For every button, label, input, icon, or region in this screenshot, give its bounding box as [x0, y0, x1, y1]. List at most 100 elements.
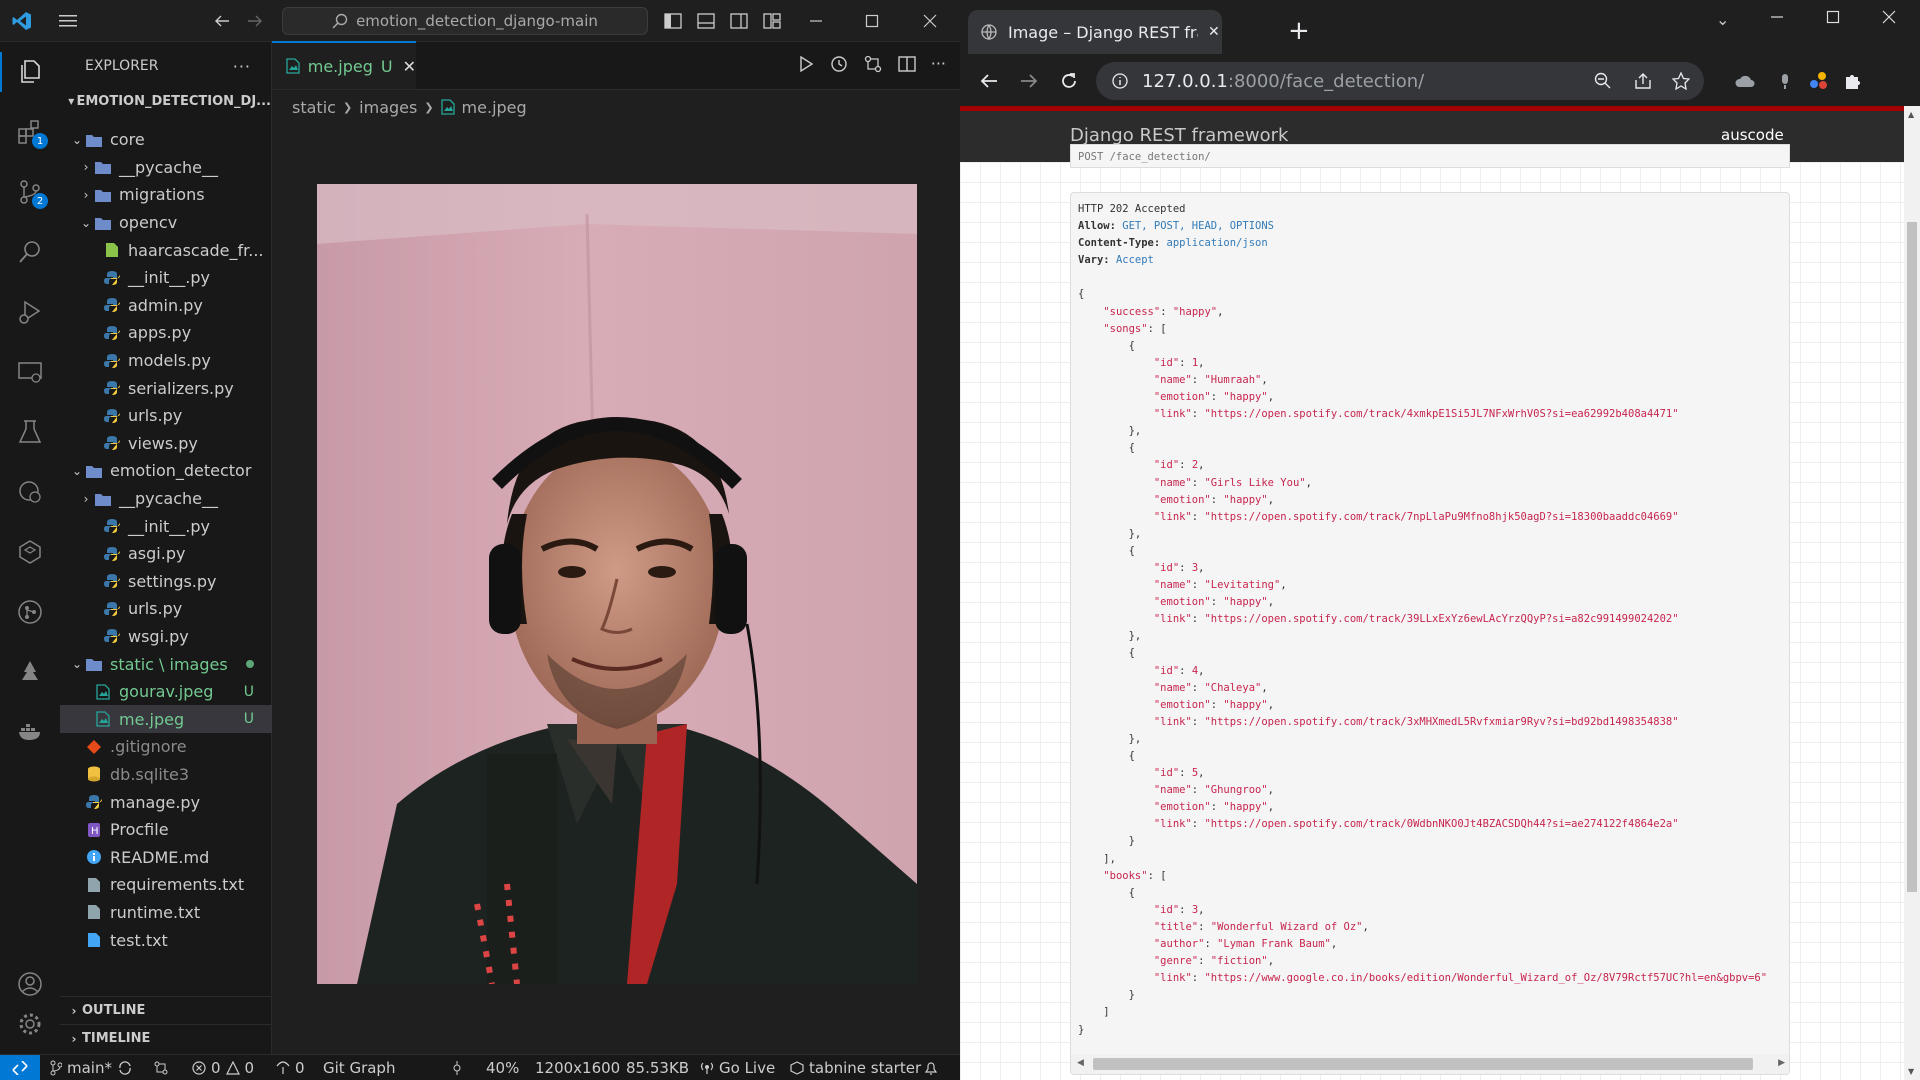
timeline-section[interactable]: › TIMELINE — [60, 1024, 272, 1052]
folder-item[interactable]: ⌄ emotion_detector — [60, 457, 272, 485]
scroll-left-arrow-icon[interactable]: ◀ — [1077, 1058, 1084, 1068]
file-item[interactable]: models.py — [60, 347, 272, 375]
file-item[interactable]: urls.py — [60, 402, 272, 430]
tabnine-status[interactable]: tabnine starter — [790, 1055, 921, 1080]
horizontal-scrollbar[interactable]: ◀ ▶ — [1071, 1054, 1789, 1074]
zoom-level[interactable]: 40% — [486, 1055, 519, 1080]
file-item[interactable]: admin.py — [60, 292, 272, 320]
reload-icon[interactable] — [1056, 68, 1082, 94]
close-tab-icon[interactable]: ✕ — [403, 57, 416, 76]
outline-section[interactable]: › OUTLINE — [60, 996, 272, 1024]
folder-item[interactable]: ⌄ static \ images — [60, 650, 272, 678]
minimize-icon[interactable] — [804, 9, 828, 33]
back-arrow-icon[interactable] — [210, 9, 234, 33]
folder-item[interactable]: › __pycache__ — [60, 154, 272, 182]
breadcrumb-static[interactable]: static — [292, 98, 336, 117]
remote-indicator[interactable] — [0, 1055, 40, 1080]
settings-gear-icon[interactable] — [10, 1004, 50, 1044]
site-info-icon[interactable] — [1112, 73, 1128, 89]
file-item[interactable]: test.txt — [60, 926, 272, 954]
new-tab-button[interactable]: + — [1288, 16, 1310, 46]
testing-icon[interactable] — [10, 412, 50, 452]
vertical-scrollbar[interactable]: ▲ ▼ — [1904, 106, 1920, 1080]
scroll-down-arrow-icon[interactable]: ▼ — [1908, 1067, 1914, 1076]
browser-back-icon[interactable] — [976, 68, 1002, 94]
file-item[interactable]: urls.py — [60, 595, 272, 623]
account-icon[interactable] — [10, 964, 50, 1004]
bookmark-star-icon[interactable] — [1672, 72, 1690, 90]
run-debug-icon[interactable] — [10, 292, 50, 332]
browser-forward-icon[interactable] — [1016, 68, 1042, 94]
split-editor-icon[interactable] — [897, 54, 917, 74]
explorer-icon[interactable] — [0, 52, 60, 92]
file-item[interactable]: asgi.py — [60, 540, 272, 568]
toggle-panel-icon[interactable] — [694, 9, 718, 33]
menu-icon[interactable] — [56, 9, 80, 33]
folder-item[interactable]: › __pycache__ — [60, 485, 272, 513]
run-icon[interactable] — [795, 54, 815, 74]
drf-user[interactable]: auscode — [1721, 126, 1784, 144]
folder-item[interactable]: ⌄ core — [60, 126, 272, 154]
tab-me-jpeg[interactable]: me.jpeg U ✕ — [272, 41, 416, 89]
file-item[interactable]: settings.py — [60, 568, 272, 596]
toggle-sidebar-icon[interactable] — [661, 9, 685, 33]
extension-cloud-icon[interactable] — [1732, 68, 1758, 94]
notifications-bell-icon[interactable] — [924, 1055, 938, 1080]
browser-tab[interactable]: Image – Django REST framework ✕ — [968, 10, 1222, 54]
zoom-out-icon[interactable] — [1594, 72, 1612, 90]
file-item[interactable]: __init__.py — [60, 264, 272, 292]
compare-changes-icon[interactable] — [863, 54, 883, 74]
close-browser-tab-icon[interactable]: ✕ — [1208, 24, 1220, 40]
file-item[interactable]: me.jpeg U — [60, 705, 272, 734]
maximize-icon[interactable] — [860, 9, 884, 33]
scroll-up-arrow-icon[interactable]: ▲ — [1908, 110, 1914, 119]
more-actions-icon[interactable]: ··· — [233, 57, 251, 76]
extensions-icon[interactable]: 1 — [10, 112, 50, 152]
address-bar[interactable]: 127.0.0.1:8000/face_detection/ — [1096, 62, 1704, 100]
close-window-icon[interactable] — [918, 9, 942, 33]
vertical-scroll-thumb[interactable] — [1907, 222, 1917, 892]
git-graph-button[interactable]: Git Graph — [323, 1055, 395, 1080]
folder-item[interactable]: ⌄ opencv — [60, 209, 272, 237]
drf-brand[interactable]: Django REST framework — [1070, 125, 1288, 146]
extensions-puzzle-icon[interactable] — [1840, 68, 1866, 94]
more-editor-actions-icon[interactable]: ··· — [931, 54, 946, 74]
go-live-button[interactable]: Go Live — [700, 1055, 775, 1080]
sync-icon[interactable] — [117, 1060, 133, 1076]
share-icon[interactable] — [1634, 72, 1652, 90]
ports-status[interactable]: 0 — [276, 1055, 305, 1080]
folder-item[interactable]: › migrations — [60, 181, 272, 209]
source-control-icon[interactable]: 2 — [10, 172, 50, 212]
git-branch[interactable]: main* — [50, 1055, 133, 1080]
problems-status[interactable]: 0 0 — [192, 1055, 254, 1080]
file-item[interactable]: apps.py — [60, 319, 272, 347]
file-item[interactable]: H Procfile — [60, 816, 272, 844]
git-graph-icon[interactable] — [10, 592, 50, 632]
scroll-right-arrow-icon[interactable]: ▶ — [1778, 1058, 1785, 1068]
horizontal-scroll-thumb[interactable] — [1093, 1058, 1753, 1070]
deploy-tree-icon[interactable] — [10, 652, 50, 692]
file-item[interactable]: views.py — [60, 430, 272, 458]
file-item[interactable]: wsgi.py — [60, 623, 272, 651]
extension-colorful-icon[interactable] — [1806, 68, 1832, 94]
commit-icon[interactable] — [450, 1055, 464, 1080]
breadcrumb-file[interactable]: me.jpeg — [462, 98, 527, 117]
file-item[interactable]: requirements.txt — [60, 871, 272, 899]
search-view-icon[interactable] — [10, 232, 50, 272]
file-item[interactable]: serializers.py — [60, 374, 272, 402]
remote-explorer-icon[interactable] — [10, 352, 50, 392]
extension-mic-icon[interactable] — [1772, 68, 1798, 94]
browser-maximize-icon[interactable] — [1826, 10, 1840, 24]
git-graph-status[interactable] — [153, 1055, 169, 1080]
file-item[interactable]: manage.py — [60, 788, 272, 816]
project-root[interactable]: ▾ EMOTION_DETECTION_DJ... — [60, 90, 271, 112]
forward-arrow-icon[interactable] — [243, 9, 267, 33]
file-item[interactable]: gourav.jpeg U — [60, 678, 272, 706]
timeline-clock-icon[interactable] — [10, 472, 50, 512]
browser-minimize-icon[interactable] — [1770, 10, 1784, 24]
browser-close-icon[interactable] — [1882, 10, 1896, 24]
file-item[interactable]: runtime.txt — [60, 899, 272, 927]
file-item[interactable]: haarcascade_fr... — [60, 236, 272, 264]
gitlens-icon[interactable] — [10, 532, 50, 572]
file-item[interactable]: __init__.py — [60, 512, 272, 540]
